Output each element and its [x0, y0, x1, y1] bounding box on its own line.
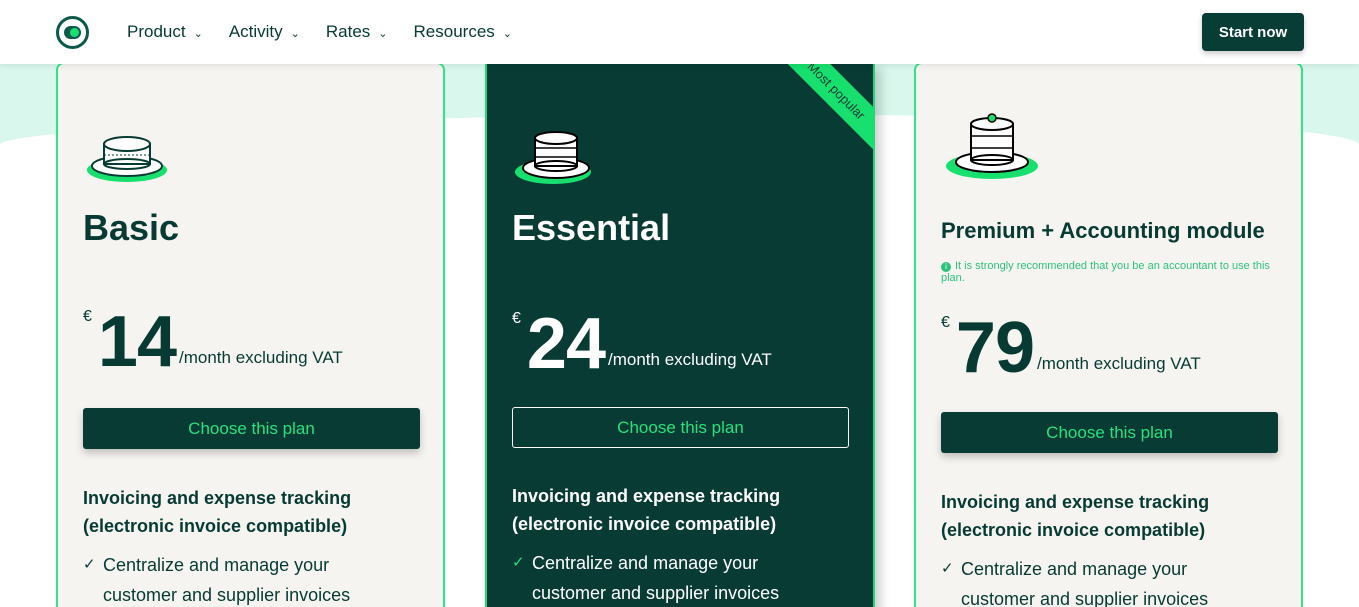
feature-item-text: Centralize and manage your customer and …: [103, 555, 351, 605]
price-period: /month excluding VAT: [1037, 354, 1201, 373]
chevron-down-icon: ⌄: [502, 27, 512, 40]
site-header: Product ⌄ Activity ⌄ Rates ⌄ Resources ⌄…: [0, 0, 1359, 64]
start-now-button[interactable]: Start now: [1202, 13, 1304, 51]
nav-item-resources[interactable]: Resources ⌄: [414, 22, 512, 42]
cake-illustration-icon: [946, 113, 1038, 179]
feature-item-text: Centralize and manage your customer and …: [961, 559, 1209, 607]
feature-item: ✓ Centralize and manage your customer an…: [512, 548, 832, 607]
note-text: It is strongly recommended that you be a…: [941, 260, 1270, 284]
nav-item-label: Rates: [325, 22, 371, 41]
nav-item-label: Product: [127, 22, 186, 41]
price-period: /month excluding VAT: [179, 348, 343, 367]
chevron-down-icon: ⌄: [193, 27, 203, 40]
feature-item-text: Centralize and manage your customer and …: [532, 553, 780, 603]
cake-illustration-icon: [87, 136, 167, 182]
check-icon: ✓: [83, 556, 96, 573]
cake-illustration-icon: [515, 131, 591, 184]
nav-item-product[interactable]: Product ⌄: [127, 22, 203, 42]
check-icon: ✓: [941, 560, 954, 577]
choose-plan-button[interactable]: Choose this plan: [512, 407, 849, 448]
choose-plan-button[interactable]: Choose this plan: [941, 412, 1278, 453]
plan-title: Essential: [512, 207, 671, 248]
nav-item-rates[interactable]: Rates ⌄: [326, 22, 388, 42]
currency: €: [512, 310, 521, 327]
check-icon: ✓: [512, 554, 525, 571]
plan-card-essential: Most popular Essential € 24 /month exclu…: [485, 64, 875, 607]
chevron-down-icon: ⌄: [290, 27, 300, 40]
nav-item-label: Resources: [413, 22, 495, 41]
main-nav: Product ⌄ Activity ⌄ Rates ⌄ Resources ⌄: [127, 22, 512, 42]
info-icon: i: [941, 262, 951, 272]
plan-card-premium: Premium + Accounting module i It is stron…: [914, 62, 1303, 607]
currency: €: [941, 314, 950, 331]
plan-card-basic: Basic € 14 /month excluding VAT Choose t…: [56, 62, 445, 607]
feature-title: Invoicing and expense tracking (electron…: [941, 492, 1210, 540]
price-amount: 79: [955, 308, 1035, 388]
brand-logo-icon[interactable]: [56, 16, 89, 49]
price: € 14 /month excluding VAT: [83, 302, 343, 382]
accountant-note: i It is strongly recommended that you be …: [941, 260, 1281, 284]
most-popular-ribbon: Most popular: [772, 64, 873, 155]
nav-item-activity[interactable]: Activity ⌄: [229, 22, 300, 42]
feature-title: Invoicing and expense tracking (electron…: [83, 488, 352, 536]
price-period: /month excluding VAT: [608, 350, 772, 369]
chevron-down-icon: ⌄: [378, 27, 388, 40]
feature-item: ✓ Centralize and manage your customer an…: [83, 550, 403, 607]
plan-title: Basic: [83, 207, 180, 248]
price: € 79 /month excluding VAT: [941, 308, 1201, 388]
plan-title: Premium + Accounting module: [941, 218, 1265, 243]
currency: €: [83, 308, 92, 325]
nav-item-label: Activity: [228, 22, 283, 41]
feature-item: ✓ Centralize and manage your customer an…: [941, 554, 1261, 607]
feature-title: Invoicing and expense tracking (electron…: [512, 486, 781, 534]
price-amount: 24: [526, 304, 606, 384]
choose-plan-button[interactable]: Choose this plan: [83, 408, 420, 449]
price-amount: 14: [97, 302, 177, 382]
price: € 24 /month excluding VAT: [512, 304, 772, 384]
